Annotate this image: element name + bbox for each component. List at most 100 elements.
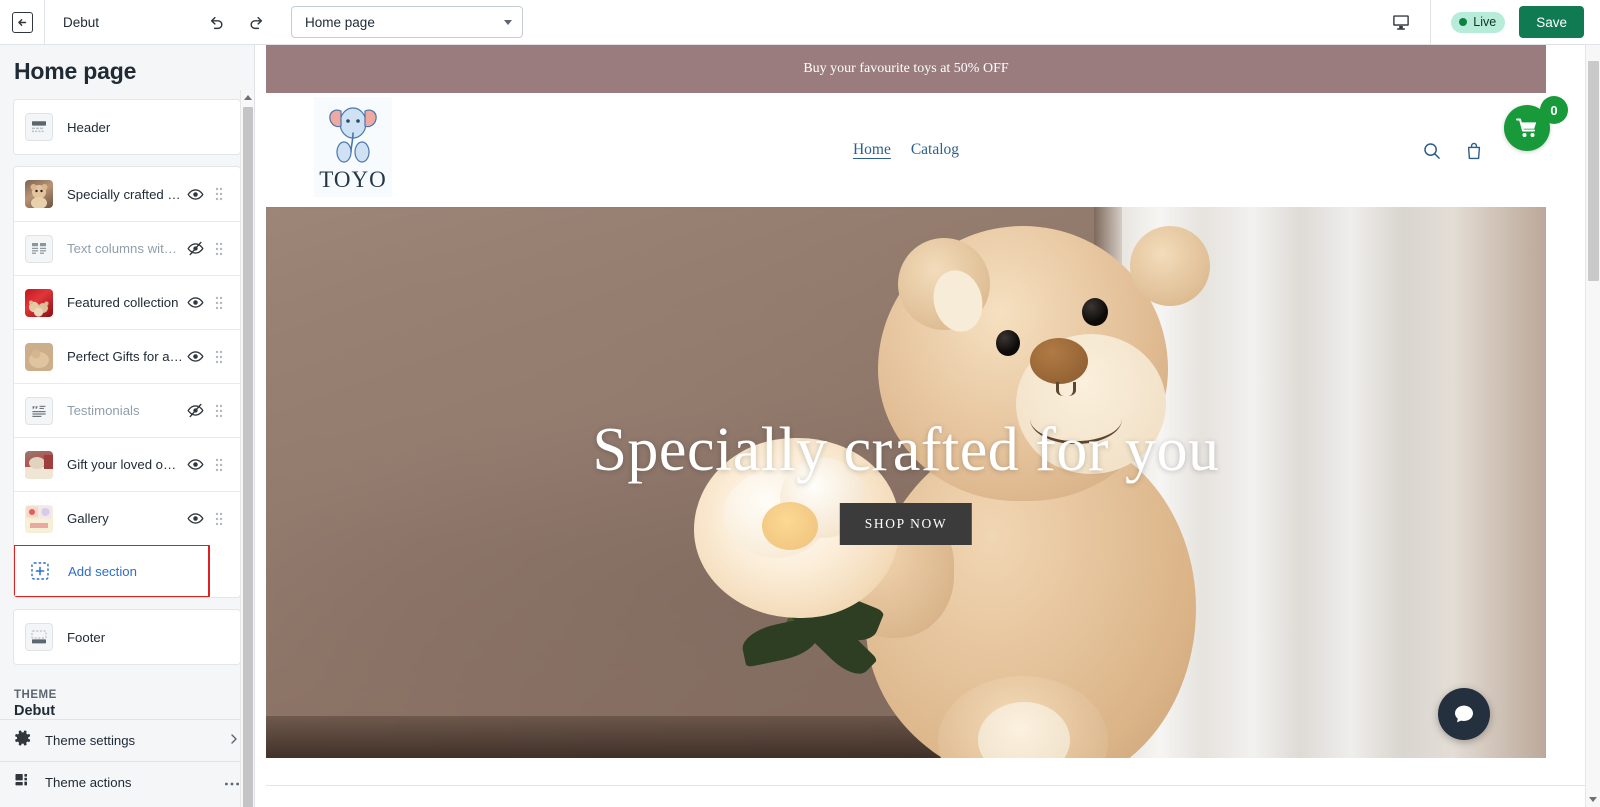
sidebar-item-label: Gift your loved ones! [67, 457, 183, 472]
redo-button[interactable] [243, 9, 269, 35]
store-header-icons [1422, 141, 1484, 166]
page-selector[interactable]: Home page [291, 6, 524, 38]
page-selector-value: Home page [305, 14, 375, 30]
drag-handle-icon[interactable] [207, 345, 231, 369]
topbar-divider-right [1430, 0, 1432, 45]
status-dot-icon [1459, 18, 1468, 26]
theme-kicker: THEME [14, 689, 57, 701]
eye-icon[interactable] [183, 507, 207, 531]
footer-section-card: Footer [13, 609, 241, 665]
sidebar-item-featured-collection[interactable]: Featured collection [14, 275, 240, 329]
eye-slash-icon[interactable] [183, 237, 207, 261]
sidebar-item-text-columns[interactable]: Text columns with i... [14, 221, 240, 275]
sidebar-item-label: Text columns with i... [67, 241, 183, 256]
store-nav: Home Catalog [853, 141, 959, 159]
store-logo-text: TOYO [319, 167, 387, 192]
ellipsis-icon[interactable] [224, 775, 240, 790]
promo-banner[interactable]: Buy your favourite toys at 50% OFF [266, 45, 1546, 93]
desktop-icon [1393, 15, 1410, 30]
chat-bubble-icon [1455, 705, 1473, 723]
chevron-down-icon [504, 19, 513, 25]
sections-list-card: Specially crafted for... Text columns wi… [13, 166, 241, 598]
store-header: TOYO Home Catalog 0 [266, 93, 1568, 207]
nav-link-catalog[interactable]: Catalog [911, 141, 959, 159]
sidebar-item-header[interactable]: Header [14, 100, 240, 154]
sidebar-item-label: Header [67, 119, 111, 135]
sidebar-item-testimonials[interactable]: Testimonials [14, 383, 240, 437]
hero-section[interactable]: Specially crafted for you SHOP NOW [266, 207, 1546, 758]
shop-now-button[interactable]: SHOP NOW [839, 503, 973, 545]
preview-bottom-strip [266, 785, 1585, 807]
undo-icon [210, 16, 223, 29]
store-logo[interactable]: TOYO [314, 97, 392, 197]
eye-slash-icon[interactable] [183, 399, 207, 423]
drag-handle-icon[interactable] [207, 237, 231, 261]
drag-handle-icon[interactable] [207, 182, 231, 206]
text-columns-icon [25, 234, 53, 263]
back-arrow-icon [11, 11, 33, 33]
theme-settings-link[interactable]: Theme settings [0, 719, 254, 761]
sidebar-item-label: Gallery [67, 511, 109, 526]
redo-icon [250, 16, 262, 29]
save-button[interactable]: Save [1519, 6, 1584, 38]
promo-banner-text: Buy your favourite toys at 50% OFF [803, 61, 1009, 76]
theme-meta: THEME Debut [0, 676, 254, 719]
header-section-card: Header [13, 99, 241, 155]
cart-badge: 0 [1540, 96, 1568, 124]
page-title: Home page [14, 58, 137, 84]
sidebar-item-label: Specially crafted for... [67, 186, 183, 202]
eye-icon[interactable] [183, 182, 207, 206]
sidebar-item-specially-crafted[interactable]: Specially crafted for... [14, 167, 240, 221]
scroll-up-arrow[interactable] [244, 95, 252, 100]
gear-icon [14, 729, 32, 752]
back-button[interactable] [0, 0, 44, 45]
teddy-bear-thumbnail [25, 180, 53, 208]
eye-icon[interactable] [183, 291, 207, 315]
sidebar-item-perfect-gifts[interactable]: Perfect Gifts for all ... [14, 329, 240, 383]
nav-link-home[interactable]: Home [853, 141, 891, 159]
status-badge-label: Live [1473, 15, 1497, 29]
sidebar-item-label: Footer [67, 629, 106, 645]
hero-title: Specially crafted for you [592, 416, 1220, 484]
drag-handle-icon[interactable] [207, 291, 231, 315]
search-icon[interactable] [1422, 141, 1442, 166]
shopping-bag-icon[interactable] [1464, 141, 1484, 166]
undo-button[interactable] [203, 9, 229, 35]
sidebar-item-label: Featured collection [67, 295, 179, 310]
store-preview: Buy your favourite toys at 50% OFF TOYO … [266, 45, 1600, 807]
sidebar-item-label: Perfect Gifts for all ... [67, 349, 183, 364]
drag-handle-icon[interactable] [207, 507, 231, 531]
topbar-right-group: Live Save [1372, 0, 1600, 45]
preview-scroll-down-arrow[interactable] [1589, 797, 1597, 802]
eye-icon[interactable] [183, 453, 207, 477]
shopping-cart-icon [1516, 118, 1537, 137]
chat-widget-button[interactable] [1438, 688, 1490, 740]
device-preview-button[interactable] [1372, 0, 1430, 45]
gallery-thumbnail [25, 504, 53, 533]
preview-scrollbar[interactable] [1585, 45, 1600, 807]
quote-icon [25, 396, 53, 425]
theme-value: Debut [14, 703, 56, 719]
header-layout-icon [25, 113, 53, 141]
add-section-button[interactable]: Add section [14, 544, 210, 597]
drag-handle-icon[interactable] [207, 399, 231, 423]
blocks-icon [14, 771, 32, 794]
preview-scrollbar-thumb[interactable] [1588, 61, 1599, 281]
status-badge: Live [1451, 11, 1506, 33]
sidebar-scrollbar-thumb[interactable] [243, 107, 253, 807]
sidebar-scrollbar[interactable] [240, 90, 254, 807]
sidebar-item-footer[interactable]: Footer [14, 610, 240, 664]
drag-handle-icon[interactable] [207, 453, 231, 477]
theme-actions-link[interactable]: Theme actions [0, 761, 254, 803]
eye-icon[interactable] [183, 345, 207, 369]
theme-actions-label: Theme actions [45, 775, 132, 790]
editor-theme-name: Debut [63, 14, 100, 30]
add-section-icon [26, 557, 54, 585]
sidebar-item-label: Testimonials [67, 403, 140, 418]
sidebar-item-gallery[interactable]: Gallery [14, 491, 240, 545]
chevron-right-icon [228, 733, 240, 748]
undo-redo-group [203, 9, 269, 35]
sidebar-item-gift-your-loved-ones[interactable]: Gift your loved ones! [14, 437, 240, 491]
theme-settings-label: Theme settings [45, 733, 136, 748]
gift-bear-thumbnail [25, 342, 53, 371]
